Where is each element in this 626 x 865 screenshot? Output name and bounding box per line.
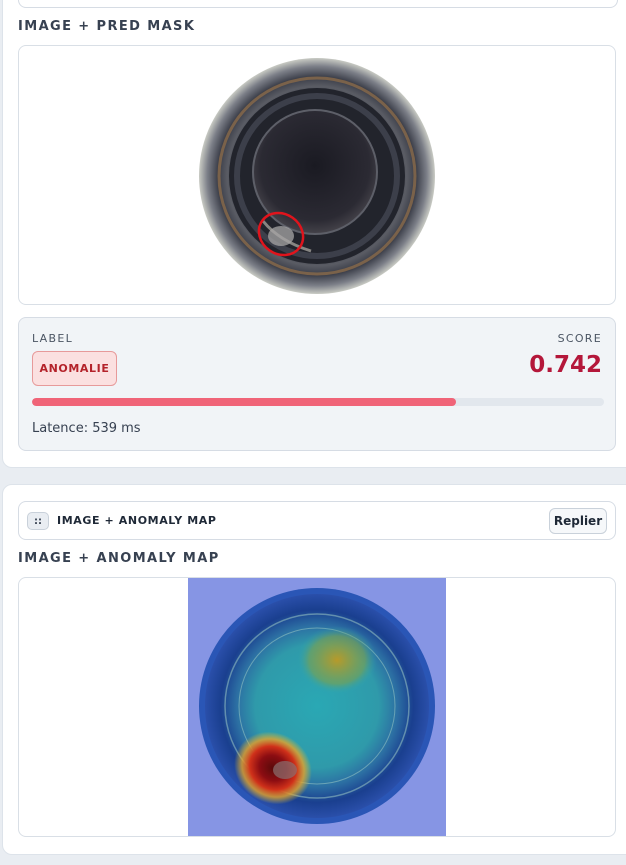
previous-accordion-header[interactable] [18, 0, 618, 8]
accordion-title: IMAGE + ANOMALY MAP [57, 514, 217, 527]
pred-mask-image [199, 58, 435, 294]
anomaly-label-badge: ANOMALIE [32, 351, 117, 386]
prediction-result-card: LABEL SCORE ANOMALIE 0.742 Latence: 539 … [18, 317, 616, 451]
anomaly-map-image [188, 578, 446, 836]
label-caption: LABEL [32, 332, 74, 345]
pred-mask-title: IMAGE + PRED MASK [18, 19, 196, 34]
anomaly-map-image-frame [18, 577, 616, 837]
score-progress-fill [32, 398, 457, 406]
score-caption: SCORE [557, 332, 602, 345]
anomaly-map-title: IMAGE + ANOMALY MAP [18, 551, 220, 566]
score-value: 0.742 [529, 352, 602, 378]
score-progress-track [32, 398, 604, 406]
drag-handle-icon[interactable]: :: [27, 512, 49, 530]
pred-mask-image-frame [18, 45, 616, 305]
anomaly-map-accordion-header[interactable]: :: IMAGE + ANOMALY MAP Replier [18, 501, 616, 540]
latency-text: Latence: 539 ms [32, 421, 141, 436]
collapse-button[interactable]: Replier [549, 508, 607, 534]
